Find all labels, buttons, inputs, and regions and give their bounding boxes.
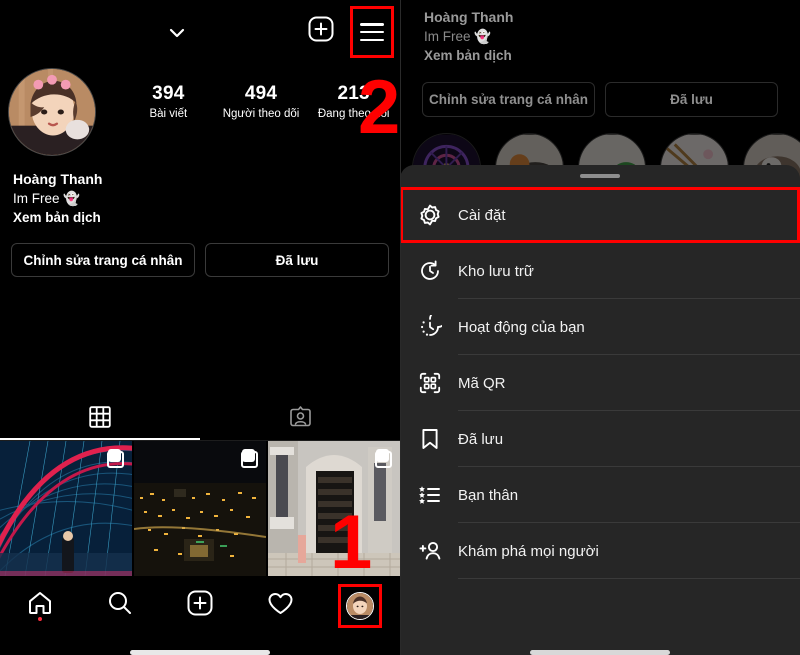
chevron-down-icon[interactable] <box>166 22 188 44</box>
archive-menu-item[interactable]: Kho lưu trữ <box>400 243 800 299</box>
archive-clock-icon <box>412 259 448 283</box>
create-nav-button[interactable] <box>160 578 240 633</box>
dimmed-saved-button: Đã lưu <box>605 82 778 117</box>
home-indicator <box>530 650 670 655</box>
settings-menu-item[interactable]: Cài đặt <box>400 187 800 243</box>
dimmed-bio-line1: Im Free 👻 <box>424 29 492 44</box>
profile-bio-line1: Im Free 👻 <box>13 191 81 206</box>
home-notification-dot <box>38 617 42 621</box>
close-friends-menu-item[interactable]: Bạn thân <box>400 467 800 523</box>
annotation-number-2: 2 <box>358 65 400 150</box>
qr-code-menu-label: Mã QR <box>458 374 506 392</box>
stat-followers[interactable]: 494 Người theo dõi <box>215 83 308 122</box>
bottom-sheet-menu: Cài đặt Kho lưu trữ Hoạt động của bạn Mã… <box>400 165 800 655</box>
plus-square-icon[interactable] <box>308 16 334 42</box>
search-icon <box>107 590 133 621</box>
tagged-person-icon <box>289 405 312 433</box>
grid-tab[interactable] <box>0 398 200 440</box>
screenshot-root: 394 Bài viết 494 Người theo dõi 213 Đang… <box>0 0 800 655</box>
stat-followers-label: Người theo dõi <box>222 108 300 120</box>
qr-code-icon <box>412 371 448 395</box>
profile-name: Hoàng Thanh <box>13 171 103 187</box>
profile-tab-highlight-box <box>338 583 382 628</box>
profile-action-buttons: Chỉnh sửa trang cá nhân Đã lưu <box>11 243 389 277</box>
post-night-cityscape[interactable] <box>134 441 266 576</box>
annotation-number-1: 1 <box>330 500 373 585</box>
settings-menu-label: Cài đặt <box>458 206 506 224</box>
left-screen-profile-page: 394 Bài viết 494 Người theo dõi 213 Đang… <box>0 0 400 655</box>
profile-avatar[interactable] <box>8 68 96 156</box>
profile-avatar-icon <box>346 591 374 620</box>
home-nav-button[interactable] <box>0 578 80 633</box>
archive-menu-label: Kho lưu trữ <box>458 262 534 280</box>
dimmed-see-translation: Xem bản dịch <box>424 48 512 63</box>
profile-tabs <box>0 398 400 441</box>
profile-bio: Hoàng Thanh Im Free 👻 Xem bản dịch <box>13 170 313 227</box>
menu-divider <box>458 578 800 579</box>
close-friends-list-icon <box>412 483 448 507</box>
bookmark-icon <box>412 427 448 451</box>
discover-people-menu-item[interactable]: Khám phá mọi người <box>400 523 800 579</box>
dimmed-edit-profile-button: Chỉnh sửa trang cá nhân <box>422 82 595 117</box>
carousel-indicator-icon <box>241 449 258 468</box>
edit-profile-button[interactable]: Chỉnh sửa trang cá nhân <box>11 243 195 277</box>
create-icon <box>187 590 213 621</box>
saved-menu-item[interactable]: Đã lưu <box>400 411 800 467</box>
tagged-tab[interactable] <box>200 398 400 440</box>
dimmed-action-buttons: Chỉnh sửa trang cá nhân Đã lưu <box>422 82 778 117</box>
dimmed-profile-bio: Hoàng Thanh Im Free 👻 Xem bản dịch <box>424 8 724 65</box>
discover-people-icon <box>412 539 448 563</box>
profile-topbar <box>0 0 400 62</box>
post-ferris-wheel-lights[interactable] <box>0 441 132 576</box>
stat-followers-value: 494 <box>244 83 278 104</box>
dimmed-profile-name: Hoàng Thanh <box>424 9 514 25</box>
stat-posts-value: 394 <box>152 83 185 104</box>
hamburger-menu-button[interactable] <box>350 6 394 58</box>
right-screen-menu-sheet: Hoàng Thanh Im Free 👻 Xem bản dịch Chỉnh… <box>400 0 800 655</box>
see-translation-link[interactable]: Xem bản dịch <box>13 208 313 227</box>
carousel-indicator-icon <box>107 449 124 468</box>
saved-button[interactable]: Đã lưu <box>205 243 389 277</box>
carousel-indicator-icon <box>375 449 392 468</box>
drag-handle[interactable] <box>580 174 620 178</box>
stat-posts[interactable]: 394 Bài viết <box>122 83 215 122</box>
activity-heart-icon <box>267 590 294 622</box>
bottom-navigation-bar <box>0 578 400 633</box>
stat-posts-label: Bài viết <box>149 108 188 120</box>
menu-list: Cài đặt Kho lưu trữ Hoạt động của bạn Mã… <box>400 187 800 579</box>
your-activity-menu-label: Hoạt động của bạn <box>458 318 585 336</box>
search-nav-button[interactable] <box>80 578 160 633</box>
qr-code-menu-item[interactable]: Mã QR <box>400 355 800 411</box>
discover-people-menu-label: Khám phá mọi người <box>458 542 599 560</box>
activity-clock-icon <box>412 315 448 339</box>
home-indicator <box>130 650 270 655</box>
activity-nav-button[interactable] <box>240 578 320 633</box>
hamburger-menu-icon <box>360 23 384 41</box>
settings-gear-icon <box>412 203 448 227</box>
your-activity-menu-item[interactable]: Hoạt động của bạn <box>400 299 800 355</box>
grid-icon <box>89 405 111 433</box>
saved-menu-label: Đã lưu <box>458 430 504 448</box>
profile-nav-button[interactable] <box>320 578 400 633</box>
close-friends-menu-label: Bạn thân <box>458 486 519 504</box>
panel-divider <box>400 0 401 655</box>
